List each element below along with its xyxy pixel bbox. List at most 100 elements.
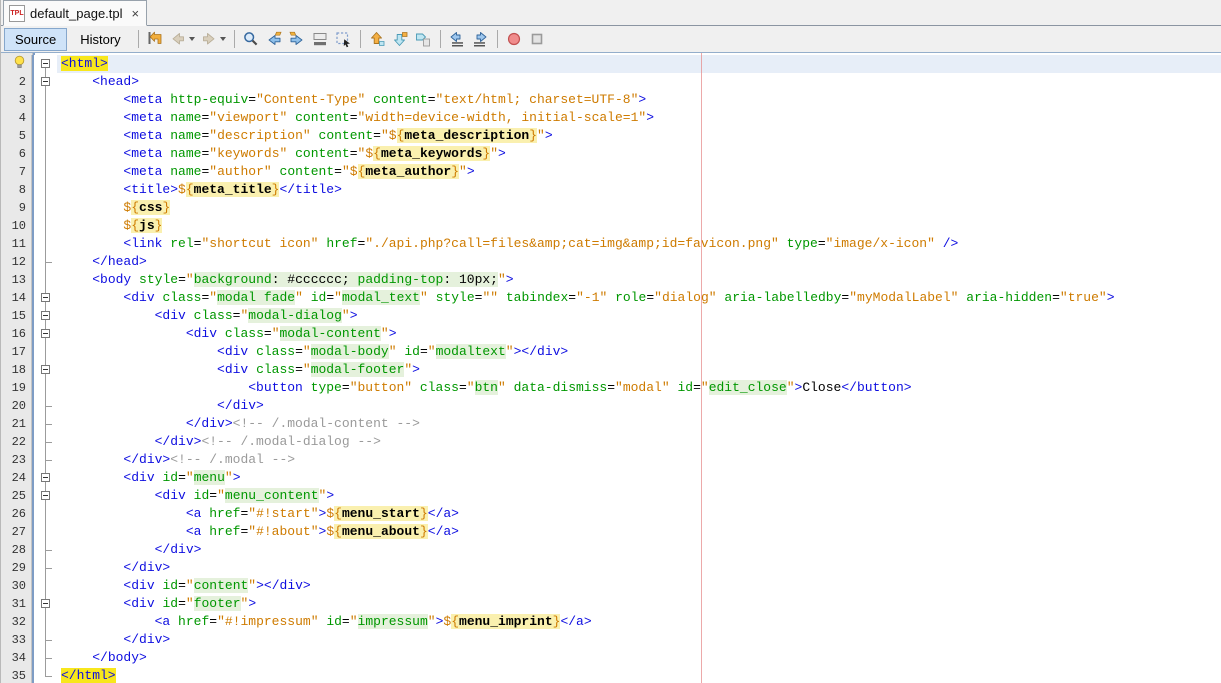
history-view-button[interactable]: History	[69, 28, 131, 51]
fold-toggle-icon[interactable]	[41, 59, 50, 68]
code-line[interactable]: 23 </div><!-- /.modal -->	[1, 451, 1221, 469]
code-line[interactable]: 32 <a href="#!impressum" id="impressum">…	[1, 613, 1221, 631]
code-line[interactable]: 20 </div>	[1, 397, 1221, 415]
fold-toggle-icon[interactable]	[41, 473, 50, 482]
stop-macro-recording-icon[interactable]	[526, 28, 549, 50]
next-bookmark-icon[interactable]	[389, 28, 412, 50]
fold-toggle-icon[interactable]	[41, 329, 50, 338]
code-text[interactable]: <html>	[57, 55, 1221, 73]
code-line[interactable]: 12 </head>	[1, 253, 1221, 271]
code-text[interactable]: <a href="#!impressum" id="impressum">${m…	[57, 613, 1221, 631]
code-text[interactable]: <div class="modal fade" id="modal_text" …	[57, 289, 1221, 307]
code-text[interactable]: <link rel="shortcut icon" href="./api.ph…	[57, 235, 1221, 253]
fold-toggle-icon[interactable]	[41, 599, 50, 608]
code-text[interactable]: <a href="#!start">${menu_start}</a>	[57, 505, 1221, 523]
code-text[interactable]: <div id="content"></div>	[57, 577, 1221, 595]
code-line[interactable]: 4 <meta name="viewport" content="width=d…	[1, 109, 1221, 127]
code-line[interactable]: 11 <link rel="shortcut icon" href="./api…	[1, 235, 1221, 253]
code-editor[interactable]: <html>2 <head>3 <meta http-equiv="Conten…	[1, 53, 1221, 683]
fold-toggle-icon[interactable]	[41, 77, 50, 86]
code-text[interactable]: <div class="modal-footer">	[57, 361, 1221, 379]
code-line[interactable]: 15 <div class="modal-dialog">	[1, 307, 1221, 325]
code-line[interactable]: 31 <div id="footer">	[1, 595, 1221, 613]
code-text[interactable]: <div id="menu_content">	[57, 487, 1221, 505]
code-text[interactable]: <meta name="viewport" content="width=dev…	[57, 109, 1221, 127]
code-text[interactable]: </div><!-- /.modal -->	[57, 451, 1221, 469]
code-line[interactable]: 27 <a href="#!about">${menu_about}</a>	[1, 523, 1221, 541]
code-text[interactable]: </head>	[57, 253, 1221, 271]
code-line[interactable]: 26 <a href="#!start">${menu_start}</a>	[1, 505, 1221, 523]
code-text[interactable]: <button type="button" class="btn" data-d…	[57, 379, 1221, 397]
code-text[interactable]: <meta http-equiv="Content-Type" content=…	[57, 91, 1221, 109]
last-edit-location-icon[interactable]	[144, 28, 167, 50]
code-line[interactable]: 8 <title>${meta_title}</title>	[1, 181, 1221, 199]
code-line[interactable]: 33 </div>	[1, 631, 1221, 649]
code-line[interactable]: 21 </div><!-- /.modal-content -->	[1, 415, 1221, 433]
code-line[interactable]: 9 ${css}	[1, 199, 1221, 217]
code-text[interactable]: <div class="modal-content">	[57, 325, 1221, 343]
code-text[interactable]: </div>	[57, 559, 1221, 577]
code-line[interactable]: 22 </div><!-- /.modal-dialog -->	[1, 433, 1221, 451]
code-line[interactable]: 19 <button type="button" class="btn" dat…	[1, 379, 1221, 397]
code-text[interactable]: </div><!-- /.modal-content -->	[57, 415, 1221, 433]
code-line[interactable]: 18 <div class="modal-footer">	[1, 361, 1221, 379]
code-text[interactable]: <div id="footer">	[57, 595, 1221, 613]
find-previous-icon[interactable]	[263, 28, 286, 50]
fold-toggle-icon[interactable]	[41, 293, 50, 302]
code-text[interactable]: <div class="modal-body" id="modaltext"><…	[57, 343, 1221, 361]
code-line[interactable]: 3 <meta http-equiv="Content-Type" conten…	[1, 91, 1221, 109]
code-text[interactable]: </html>	[57, 667, 1221, 683]
back-icon[interactable]	[167, 28, 190, 50]
toggle-bookmark-icon[interactable]	[412, 28, 435, 50]
fold-toggle-icon[interactable]	[41, 365, 50, 374]
code-text[interactable]: <meta name="author" content="${meta_auth…	[57, 163, 1221, 181]
back-dropdown-icon[interactable]	[189, 37, 195, 41]
code-text[interactable]: <body style="background: #cccccc; paddin…	[57, 271, 1221, 289]
code-line[interactable]: 14 <div class="modal fade" id="modal_tex…	[1, 289, 1221, 307]
code-text[interactable]: </div>	[57, 541, 1221, 559]
start-macro-recording-icon[interactable]	[503, 28, 526, 50]
code-line[interactable]: 16 <div class="modal-content">	[1, 325, 1221, 343]
code-text[interactable]: <title>${meta_title}</title>	[57, 181, 1221, 199]
code-text[interactable]: <div id="menu">	[57, 469, 1221, 487]
find-selection-icon[interactable]	[240, 28, 263, 50]
fold-toggle-icon[interactable]	[41, 311, 50, 320]
code-line[interactable]: 2 <head>	[1, 73, 1221, 91]
code-line[interactable]: 28 </div>	[1, 541, 1221, 559]
code-text[interactable]: ${css}	[57, 199, 1221, 217]
code-line[interactable]: 30 <div id="content"></div>	[1, 577, 1221, 595]
code-line[interactable]: 6 <meta name="keywords" content="${meta_…	[1, 145, 1221, 163]
shift-line-right-icon[interactable]	[469, 28, 492, 50]
code-text[interactable]: </div>	[57, 631, 1221, 649]
code-line[interactable]: 7 <meta name="author" content="${meta_au…	[1, 163, 1221, 181]
code-line[interactable]: 24 <div id="menu">	[1, 469, 1221, 487]
code-text[interactable]: ${js}	[57, 217, 1221, 235]
previous-bookmark-icon[interactable]	[366, 28, 389, 50]
fold-toggle-icon[interactable]	[41, 491, 50, 500]
code-text[interactable]: <head>	[57, 73, 1221, 91]
code-line[interactable]: 35</html>	[1, 667, 1221, 683]
code-line[interactable]: 34 </body>	[1, 649, 1221, 667]
shift-line-left-icon[interactable]	[446, 28, 469, 50]
code-text[interactable]: <meta name="keywords" content="${meta_ke…	[57, 145, 1221, 163]
code-line[interactable]: 10 ${js}	[1, 217, 1221, 235]
code-text[interactable]: </div><!-- /.modal-dialog -->	[57, 433, 1221, 451]
find-next-icon[interactable]	[286, 28, 309, 50]
rectangular-selection-icon[interactable]	[332, 28, 355, 50]
code-text[interactable]: <div class="modal-dialog">	[57, 307, 1221, 325]
code-text[interactable]: <meta name="description" content="${meta…	[57, 127, 1221, 145]
toggle-highlight-icon[interactable]	[309, 28, 332, 50]
code-line[interactable]: 5 <meta name="description" content="${me…	[1, 127, 1221, 145]
code-text[interactable]: </div>	[57, 397, 1221, 415]
forward-icon[interactable]	[198, 28, 221, 50]
editor-tab[interactable]: TPL default_page.tpl ×	[3, 0, 147, 26]
forward-dropdown-icon[interactable]	[220, 37, 226, 41]
code-text[interactable]: <a href="#!about">${menu_about}</a>	[57, 523, 1221, 541]
code-line[interactable]: <html>	[1, 55, 1221, 73]
code-line[interactable]: 25 <div id="menu_content">	[1, 487, 1221, 505]
code-line[interactable]: 29 </div>	[1, 559, 1221, 577]
editor-hint-bulb-icon[interactable]	[1, 55, 32, 73]
source-view-button[interactable]: Source	[4, 28, 67, 51]
code-text[interactable]: </body>	[57, 649, 1221, 667]
tab-close-icon[interactable]: ×	[132, 7, 140, 20]
